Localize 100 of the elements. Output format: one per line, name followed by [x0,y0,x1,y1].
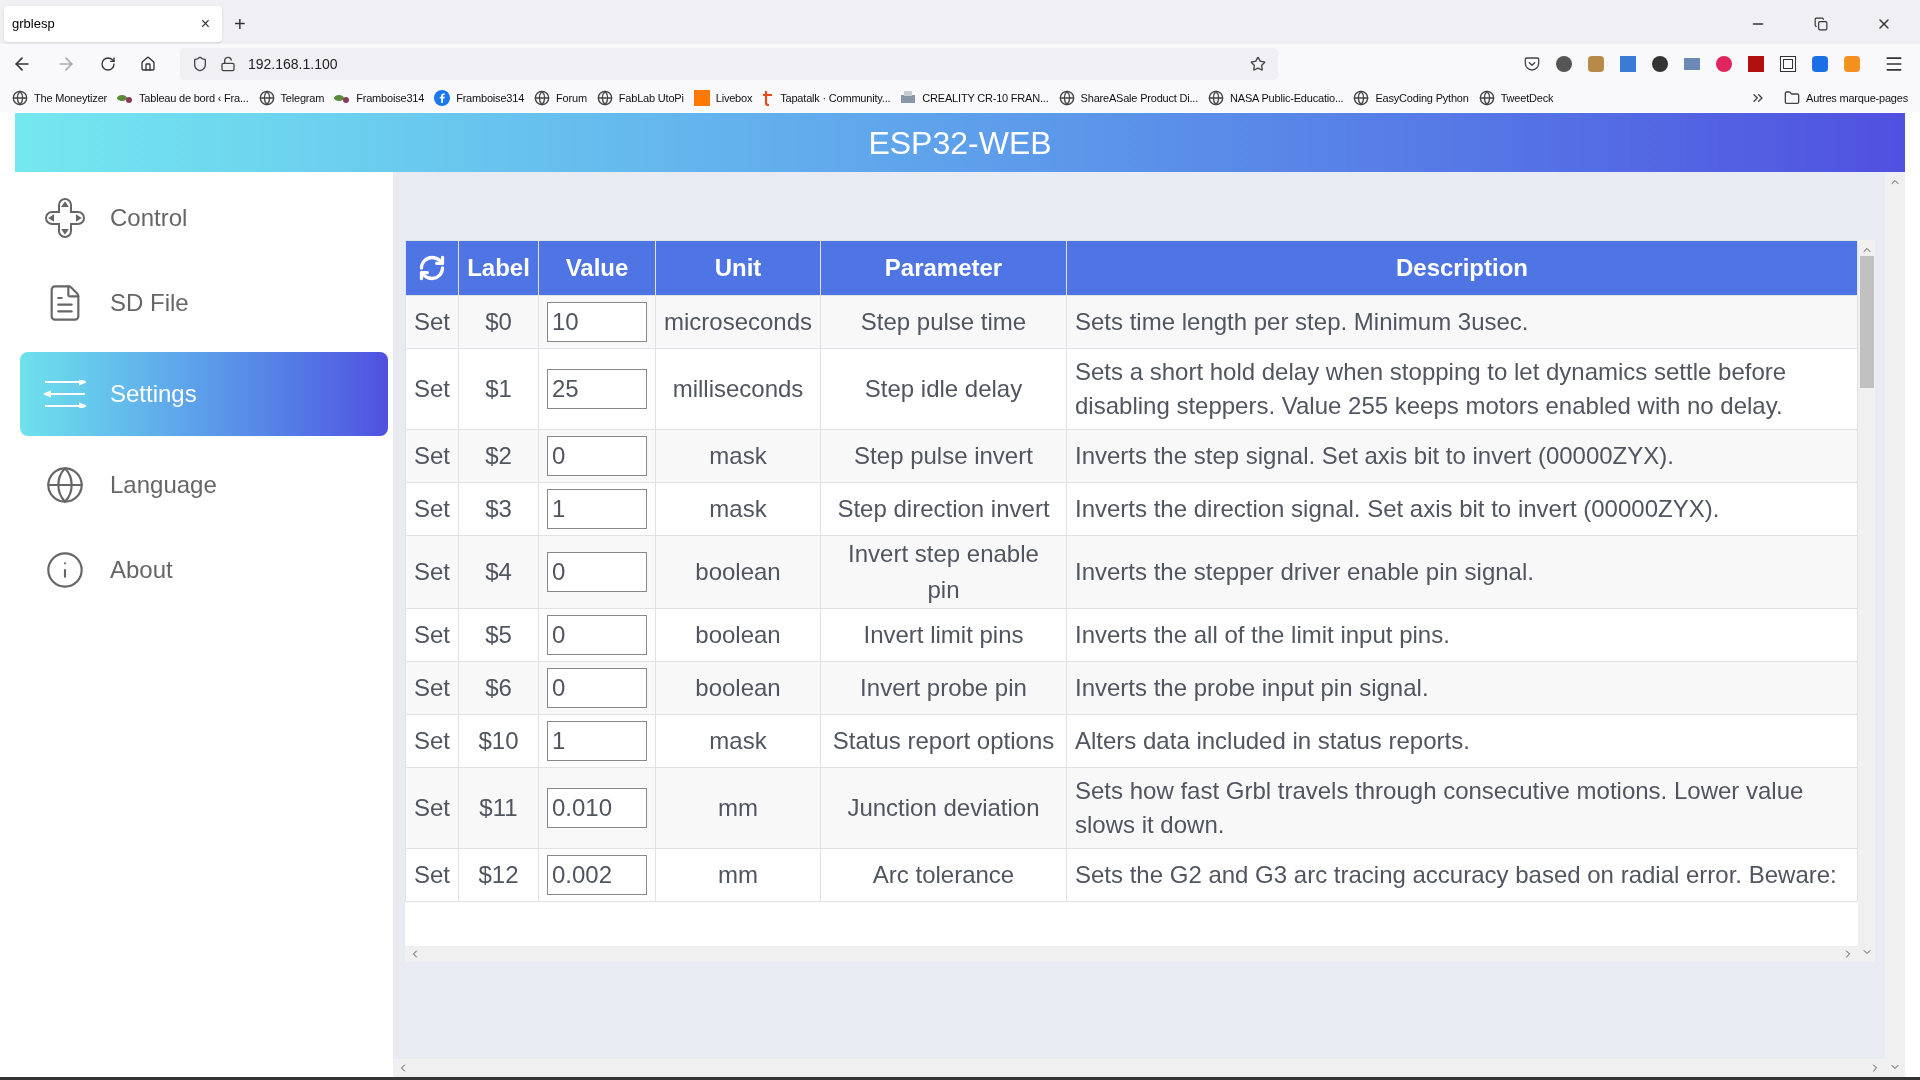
table-cell: mask [655,482,821,536]
value-input[interactable]: 1 [547,489,647,529]
globe-icon [596,90,613,106]
t-icon [762,90,775,106]
bookmark-link[interactable]: Telegram [258,89,325,107]
set-link[interactable]: Set [405,295,459,349]
pocket-icon[interactable] [1524,56,1540,72]
leaf-icon [117,92,133,104]
close-tab-button[interactable]: × [196,12,214,36]
table-cell: $2 [458,429,539,483]
set-link[interactable]: Set [405,608,459,662]
bookmarks-folder[interactable]: Autres marque-pages [1784,89,1908,107]
table-cell: Alters data included in status reports. [1066,714,1858,768]
set-link[interactable]: Set [405,429,459,483]
table-cell: mm [655,767,821,849]
table-cell: mask [655,429,821,483]
extension-icon[interactable] [1556,56,1572,72]
table-cell: Invert probe pin [820,661,1067,715]
table-cell: Step idle delay [820,348,1067,430]
nav-item[interactable]: Control [20,182,388,254]
bookmark-link[interactable]: Tapatalk · Community... [762,89,891,107]
table-cell: Inverts the direction signal. Set axis bit to invert (00000ZYX). [1066,482,1858,536]
vertical-scrollbar[interactable] [1858,240,1875,962]
globe-icon [258,90,275,106]
nav-item[interactable]: Language [20,449,388,521]
table-cell: $0 [458,295,539,349]
set-link[interactable]: Set [405,348,459,430]
set-link[interactable]: Set [405,767,459,849]
scrollbar-thumb[interactable] [1859,256,1874,388]
shield-icon [192,56,208,72]
value-input[interactable]: 0 [547,436,647,476]
bookmark-link[interactable]: Livebox [693,89,753,107]
page-horizontal-scrollbar[interactable] [393,1059,1885,1077]
set-link[interactable]: Set [405,714,459,768]
bookmark-link[interactable]: Framboise314 [334,89,425,107]
globe-icon [1058,90,1075,106]
value-input[interactable]: 0 [547,668,647,708]
table-cell: $12 [458,848,539,902]
bookmark-link[interactable]: Tableau de bord ‹ Fra... [117,89,249,107]
bookmark-link[interactable]: EasyCoding Python [1353,89,1469,107]
nav-item[interactable]: SD File [20,267,388,339]
info-icon [45,550,85,590]
value-input[interactable]: 0.010 [547,788,647,828]
table-cell: Invert step enable pin [820,535,1067,609]
refresh-icon[interactable] [418,254,446,282]
bookmark-link[interactable]: ShareASale Product Di... [1058,89,1199,107]
address-bar[interactable]: 192.168.1.100 [180,48,1278,80]
value-input[interactable]: 0 [547,615,647,655]
set-link[interactable]: Set [405,661,459,715]
home-icon[interactable] [140,56,156,72]
table-cell: $1 [458,348,539,430]
bookmark-link[interactable]: NASA Public-Educatio... [1208,89,1344,107]
table-cell: Junction deviation [820,767,1067,849]
table-cell: boolean [655,535,821,609]
nav-item[interactable]: About [20,534,388,606]
url-text: 192.168.1.100 [248,54,339,74]
bookmark-link[interactable]: Forum [534,89,587,107]
reload-icon[interactable] [100,56,116,72]
set-link[interactable]: Set [405,482,459,536]
globe-icon [1478,90,1495,106]
globe-icon [45,465,85,505]
globe-icon [1208,90,1225,106]
table-cell: boolean [655,661,821,715]
bookmark-link[interactable]: TweetDeck [1478,89,1554,107]
bookmark-link[interactable]: FabLab UtoPi [596,89,684,107]
extension-icon[interactable] [1652,56,1668,72]
column-header: Parameter [820,240,1067,296]
value-input[interactable]: 0.002 [547,855,647,895]
bookmark-star-icon[interactable] [1250,56,1266,72]
lock-icon [220,56,236,72]
table-cell: $10 [458,714,539,768]
bookmark-link[interactable]: The Moneytizer [12,89,107,107]
restore-icon[interactable] [1814,17,1828,31]
page-vertical-scrollbar[interactable] [1885,172,1905,1077]
horizontal-scrollbar[interactable] [405,946,1858,962]
folder-icon [1784,90,1800,106]
leaf-icon [334,92,351,104]
value-input[interactable]: 10 [547,302,647,342]
table-cell: Status report options [820,714,1067,768]
menu-icon[interactable] [1884,54,1904,74]
table-cell: Arc tolerance [820,848,1067,902]
table-cell: $11 [458,767,539,849]
set-link[interactable]: Set [405,848,459,902]
browser-tab[interactable]: grblesp × [4,6,222,42]
table-cell: $5 [458,608,539,662]
tab-title: grblesp [12,15,55,34]
value-input[interactable]: 0 [547,552,647,592]
table-cell: Invert limit pins [820,608,1067,662]
value-input[interactable]: 25 [547,369,647,409]
column-header: Value [538,240,656,296]
set-link[interactable]: Set [405,535,459,609]
bookmark-link[interactable]: Framboise314 [434,89,525,107]
table-cell: $3 [458,482,539,536]
bookmark-link[interactable]: CREALITY CR-10 FRAN... [900,89,1049,107]
table-cell: Step direction invert [820,482,1067,536]
app-title: ESP32-WEB [868,123,1052,163]
new-tab-button[interactable]: + [234,9,246,39]
table-cell: $6 [458,661,539,715]
table-cell: milliseconds [655,348,821,430]
value-input[interactable]: 1 [547,721,647,761]
